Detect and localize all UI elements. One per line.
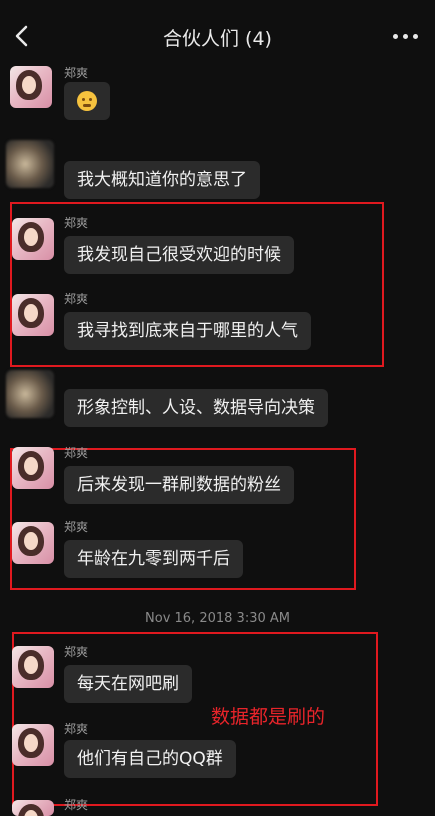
sender-name: 郑爽 bbox=[64, 446, 89, 460]
message-bubble[interactable]: 我发现自己很受欢迎的时候 bbox=[64, 236, 294, 274]
sender-name: 郑爽 bbox=[64, 292, 89, 306]
avatar[interactable] bbox=[6, 140, 54, 188]
more-options-button[interactable] bbox=[393, 24, 419, 48]
message-bubble[interactable]: 后来发现一群刷数据的粉丝 bbox=[64, 466, 294, 504]
avatar[interactable] bbox=[10, 66, 52, 108]
message-bubble[interactable]: 我大概知道你的意思了 bbox=[64, 161, 260, 199]
timestamp: Nov 16, 2018 3:30 AM bbox=[145, 611, 290, 626]
avatar[interactable] bbox=[6, 370, 54, 418]
sender-name: 郑爽 bbox=[64, 66, 89, 80]
avatar[interactable] bbox=[12, 646, 54, 688]
annotation-text: 数据都是刷的 bbox=[211, 706, 326, 728]
sender-name: 郑爽 bbox=[64, 520, 89, 534]
message-bubble[interactable]: 每天在网吧刷 bbox=[64, 665, 192, 703]
sender-name: 郑爽 bbox=[64, 798, 89, 812]
more-dots-icon bbox=[393, 34, 398, 39]
sender-name: 郑爽 bbox=[64, 216, 89, 230]
avatar[interactable] bbox=[12, 294, 54, 336]
avatar[interactable] bbox=[12, 724, 54, 766]
sender-name: 郑爽 bbox=[64, 722, 89, 736]
chat-title: 合伙人们 (4) bbox=[163, 28, 272, 50]
message-bubble[interactable]: 我寻找到底来自于哪里的人气 bbox=[64, 312, 311, 350]
sender-name: 郑爽 bbox=[64, 645, 89, 659]
avatar[interactable] bbox=[12, 218, 54, 260]
avatar[interactable] bbox=[12, 800, 54, 816]
message-bubble[interactable]: 年龄在九零到两千后 bbox=[64, 540, 243, 578]
message-bubble[interactable]: 形象控制、人设、数据导向决策 bbox=[64, 389, 328, 427]
chat-header: 合伙人们 (4) bbox=[0, 0, 435, 70]
avatar[interactable] bbox=[12, 522, 54, 564]
avatar[interactable] bbox=[12, 447, 54, 489]
message-bubble[interactable]: 他们有自己的QQ群 bbox=[64, 740, 236, 778]
thinking-face-icon bbox=[77, 91, 97, 111]
message-bubble[interactable] bbox=[64, 82, 110, 120]
